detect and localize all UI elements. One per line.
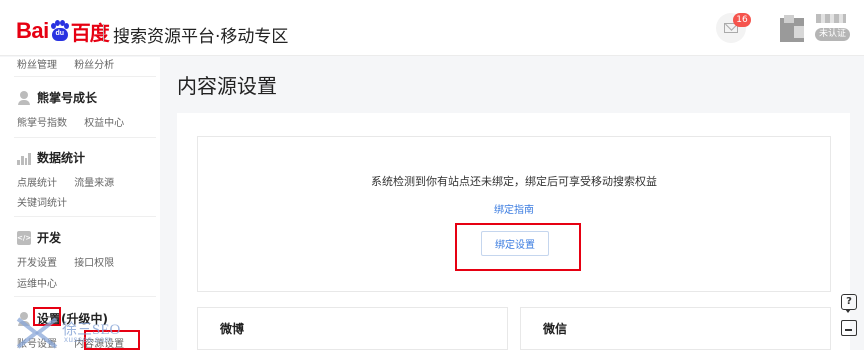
bind-settings-button[interactable]: 绑定设置 — [481, 231, 549, 256]
sidebar-item-fans-management[interactable]: 粉丝管理 — [17, 56, 57, 71]
avatar[interactable] — [780, 15, 804, 42]
bind-guide-link[interactable]: 绑定指南 — [198, 201, 830, 216]
sidebar-section-growth[interactable]: 熊掌号成长 — [17, 89, 97, 106]
sidebar-item-api-permissions[interactable]: 接口权限 — [74, 254, 114, 269]
logo-text-latin: Bai — [16, 18, 49, 43]
watermark-url: xusseo.com — [64, 335, 112, 344]
paw-icon: du — [50, 20, 70, 42]
sidebar-item-dev-settings[interactable]: 开发设置 — [17, 254, 57, 269]
wechat-card-title: 微信 — [543, 322, 568, 336]
sidebar-item-ops-center[interactable]: 运维中心 — [17, 275, 57, 290]
platform-title: 搜索资源平台·移动专区 — [113, 27, 289, 47]
sidebar-divider — [14, 216, 156, 217]
sidebar-development-links-2: 运维中心 — [17, 275, 57, 290]
page-title: 内容源设置 — [177, 74, 277, 98]
sidebar-growth-links: 熊掌号指数 权益中心 — [17, 114, 124, 129]
person-icon — [17, 90, 31, 105]
bind-prompt-card: 系统检测到你有站点还未绑定，绑定后可享受移动搜索权益 绑定指南 绑定设置 — [197, 136, 831, 292]
sidebar-section-title: 开发 — [37, 231, 62, 245]
weibo-card: 微博 — [197, 307, 508, 350]
sidebar-divider — [14, 76, 156, 77]
top-header: Bai du 百度 搜索资源平台·移动专区 16 未认证 — [0, 0, 864, 56]
sidebar-section-title: 数据统计 — [37, 151, 86, 165]
sidebar-item-xzh-index[interactable]: 熊掌号指数 — [17, 114, 67, 129]
sidebar-section-title: 熊掌号成长 — [37, 91, 98, 105]
sidebar-statistics-links: 点展统计 流量来源 — [17, 174, 114, 189]
sidebar-section-development[interactable]: </> 开发 — [17, 229, 61, 246]
baidu-logo[interactable]: Bai du 百度 — [16, 18, 110, 45]
logo-paw-text: du — [55, 30, 65, 37]
sidebar-item-keyword-stats[interactable]: 关键词统计 — [17, 194, 67, 209]
bar-chart-icon — [17, 151, 31, 165]
feedback-icon[interactable] — [841, 320, 857, 336]
bind-message: 系统检测到你有站点还未绑定，绑定后可享受移动搜索权益 — [371, 175, 657, 188]
sidebar-item-fans-analysis[interactable]: 粉丝分析 — [74, 56, 114, 71]
weibo-card-title: 微博 — [220, 322, 245, 336]
sidebar-divider — [14, 137, 156, 138]
watermark-logo-icon — [16, 317, 58, 349]
verification-status-badge: 未认证 — [815, 28, 851, 41]
sidebar-item-impression-stats[interactable]: 点展统计 — [17, 174, 57, 189]
sidebar-divider — [14, 296, 156, 297]
header-divider — [103, 24, 104, 42]
sidebar-fans-links: 粉丝管理 粉丝分析 — [17, 56, 114, 71]
help-icon[interactable]: ? — [841, 294, 857, 313]
message-count-badge: 16 — [733, 13, 751, 27]
sidebar-item-rights-center[interactable]: 权益中心 — [84, 114, 124, 129]
sidebar-section-statistics[interactable]: 数据统计 — [17, 149, 85, 166]
user-name-blurred[interactable] — [816, 14, 846, 23]
sidebar-statistics-links-2: 关键词统计 — [17, 194, 67, 209]
sidebar-development-links: 开发设置 接口权限 — [17, 254, 114, 269]
sidebar-item-traffic-source[interactable]: 流量来源 — [74, 174, 114, 189]
code-icon: </> — [17, 230, 31, 245]
sidebar: 粉丝管理 粉丝分析 熊掌号成长 熊掌号指数 权益中心 数据统计 点展统计 流量来… — [0, 57, 160, 350]
wechat-card: 微信 — [520, 307, 831, 350]
